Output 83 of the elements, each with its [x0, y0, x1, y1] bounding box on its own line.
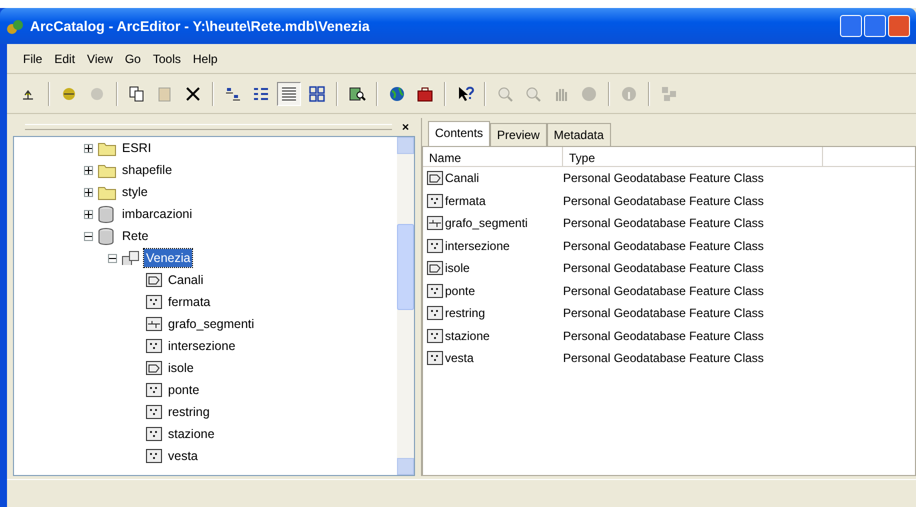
- app-icon: [6, 18, 24, 35]
- tree-item[interactable]: Rete: [120, 226, 150, 246]
- point-layer-icon: [146, 405, 162, 419]
- item-name[interactable]: vesta: [445, 349, 474, 368]
- point-layer-icon: [146, 295, 162, 309]
- item-type: Personal Geodatabase Feature Class: [563, 305, 764, 322]
- point-layer-icon: [427, 351, 443, 366]
- point-layer-icon: [427, 284, 443, 298]
- expand-icon[interactable]: [84, 166, 93, 174]
- line-layer-icon: [427, 216, 443, 230]
- folder-icon: [98, 162, 116, 178]
- tree-item[interactable]: shapefile: [120, 160, 174, 180]
- feature-dataset-icon: [122, 251, 140, 265]
- point-layer-icon: [427, 238, 443, 253]
- column-header[interactable]: Type: [563, 147, 823, 166]
- item-type: Personal Geodatabase Feature Class: [563, 238, 764, 255]
- polygon-layer-icon: [146, 361, 162, 375]
- window-title: ArcCatalog - ArcEditor - Y:\heute\Rete.mdb\Venezia: [30, 16, 371, 36]
- polygon-layer-icon: [427, 171, 443, 186]
- scroll-thumb[interactable]: [397, 224, 414, 310]
- point-layer-icon: [427, 194, 443, 208]
- collapse-icon[interactable]: [108, 254, 117, 262]
- tree-item[interactable]: style: [120, 182, 150, 202]
- menu-item[interactable]: Help: [186, 48, 224, 70]
- tree-item[interactable]: vesta: [166, 446, 200, 466]
- tree-item[interactable]: ponte: [166, 380, 202, 400]
- close-button[interactable]: ×: [400, 121, 411, 133]
- tree-item[interactable]: Venezia: [144, 248, 192, 268]
- point-layer-icon: [146, 383, 162, 397]
- tree-item[interactable]: intersezione: [166, 336, 238, 356]
- item-type: Personal Geodatabase Feature Class: [563, 260, 764, 278]
- item-name[interactable]: grafo_segmenti: [445, 214, 528, 232]
- close-button[interactable]: [888, 15, 910, 37]
- tab[interactable]: Metadata: [546, 123, 611, 146]
- point-layer-icon: [146, 449, 162, 463]
- item-name[interactable]: fermata: [445, 192, 486, 210]
- point-layer-icon: [146, 427, 162, 441]
- item-name[interactable]: restring: [445, 304, 486, 322]
- expand-icon[interactable]: [84, 144, 93, 152]
- item-name[interactable]: Canali: [445, 169, 480, 188]
- scrollbar[interactable]: [397, 137, 414, 475]
- point-layer-icon: [146, 339, 162, 353]
- tree-item[interactable]: fermata: [166, 292, 212, 312]
- expand-icon[interactable]: [84, 188, 93, 196]
- minimize-button[interactable]: [840, 15, 862, 37]
- item-name[interactable]: stazione: [445, 326, 490, 345]
- tab[interactable]: Contents: [428, 121, 490, 146]
- tree-item[interactable]: isole: [166, 358, 196, 378]
- item-type: Personal Geodatabase Feature Class: [563, 328, 764, 345]
- item-type: Personal Geodatabase Feature Class: [563, 170, 764, 188]
- item-type: Personal Geodatabase Feature Class: [563, 350, 764, 368]
- maximize-button[interactable]: [864, 15, 886, 37]
- item-name[interactable]: intersezione: [445, 236, 510, 255]
- point-layer-icon: [427, 328, 443, 343]
- polygon-layer-icon: [146, 273, 162, 287]
- item-name[interactable]: ponte: [445, 282, 476, 300]
- item-name[interactable]: isole: [445, 259, 470, 278]
- point-layer-icon: [427, 306, 443, 320]
- menu-item[interactable]: View: [81, 48, 119, 70]
- database-icon: [98, 206, 116, 222]
- item-type: Personal Geodatabase Feature Class: [563, 192, 764, 210]
- item-type: Personal Geodatabase Feature Class: [563, 215, 764, 232]
- item-type: Personal Geodatabase Feature Class: [563, 282, 764, 300]
- database-icon: [98, 228, 116, 244]
- menu-item[interactable]: File: [17, 48, 48, 70]
- folder-icon: [98, 184, 116, 200]
- polygon-layer-icon: [427, 261, 443, 276]
- expand-icon[interactable]: [84, 210, 93, 218]
- collapse-icon[interactable]: [84, 232, 93, 240]
- menu-item[interactable]: Go: [118, 48, 147, 70]
- folder-icon: [98, 140, 116, 156]
- tree-item[interactable]: Canali: [166, 270, 206, 290]
- line-layer-icon: [146, 317, 162, 331]
- details-view-icon[interactable]: [277, 82, 301, 106]
- tree-item[interactable]: restring: [166, 402, 212, 422]
- tree-item[interactable]: ESRI: [120, 138, 154, 158]
- menu-item[interactable]: Tools: [146, 48, 187, 70]
- tree-item[interactable]: grafo_segmenti: [166, 314, 256, 334]
- tab[interactable]: Preview: [490, 123, 547, 146]
- column-header[interactable]: Name: [423, 147, 563, 166]
- menu-item[interactable]: Edit: [48, 48, 82, 70]
- tree-item[interactable]: stazione: [166, 424, 217, 444]
- tree-item[interactable]: imbarcazioni: [120, 204, 194, 224]
